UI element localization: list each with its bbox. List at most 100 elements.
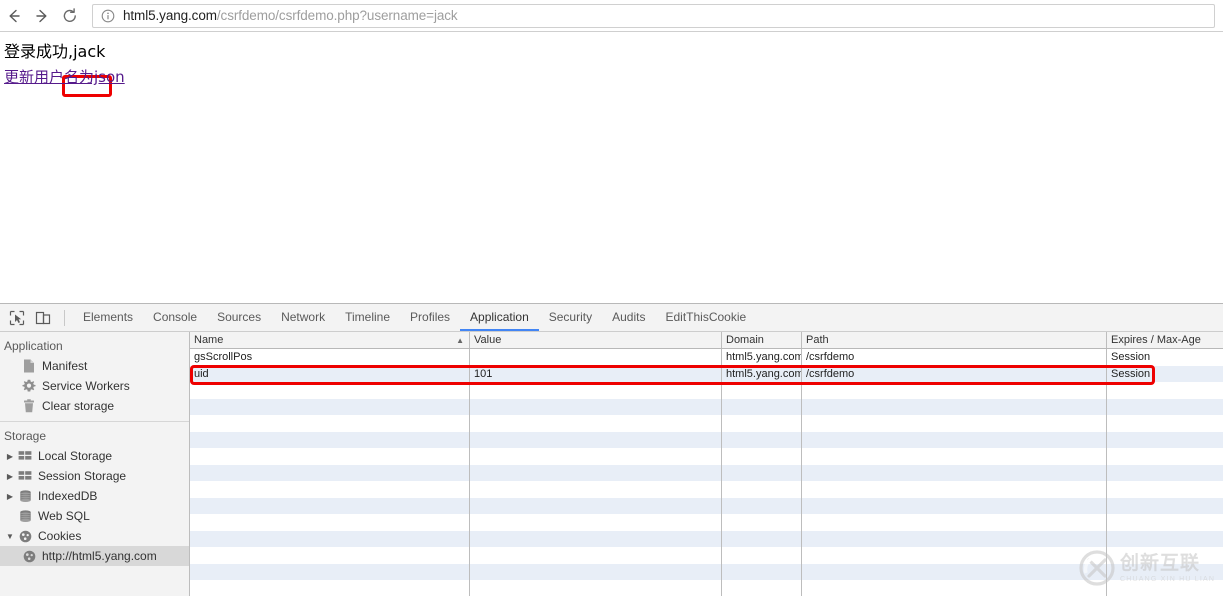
device-toolbar-button[interactable] <box>30 305 56 331</box>
forward-arrow-icon <box>33 7 51 25</box>
cell-empty <box>1107 382 1223 399</box>
table-row-empty[interactable] <box>190 399 1223 416</box>
reload-button[interactable] <box>56 2 84 30</box>
tab-elements[interactable]: Elements <box>73 304 143 331</box>
chevron-right-icon[interactable]: ▶ <box>4 492 16 501</box>
forward-button[interactable] <box>28 2 56 30</box>
column-header-expires[interactable]: Expires / Max-Age <box>1107 332 1223 348</box>
cell-empty <box>1107 498 1223 515</box>
table-row-empty[interactable] <box>190 448 1223 465</box>
sidebar-item-cookie-domain[interactable]: http://html5.yang.com <box>0 546 189 566</box>
table-row-empty[interactable] <box>190 547 1223 564</box>
update-username-link[interactable]: 更新用户名为json <box>4 68 125 87</box>
cell-empty <box>470 448 722 465</box>
tab-security[interactable]: Security <box>539 304 602 331</box>
cell-value <box>470 349 722 366</box>
cookies-table: Name ▲ Value Domain Path Expires / Max-A… <box>190 332 1223 596</box>
tab-network[interactable]: Network <box>271 304 335 331</box>
table-row[interactable]: uid 101 html5.yang.com /csrfdemo Session… <box>190 366 1223 383</box>
cell-path: /csrfdemo <box>802 366 1107 383</box>
cell-empty <box>1107 547 1223 564</box>
column-header-domain[interactable]: Domain <box>722 332 802 348</box>
cell-name: uid <box>190 366 470 383</box>
column-header-value[interactable]: Value <box>470 332 722 348</box>
cell-empty <box>722 432 802 449</box>
sidebar-item-clear-storage[interactable]: Clear storage <box>0 396 189 416</box>
cell-path: /csrfdemo <box>802 349 1107 366</box>
cell-empty <box>470 399 722 416</box>
table-row-empty[interactable] <box>190 465 1223 482</box>
table-row-empty[interactable] <box>190 382 1223 399</box>
column-header-label: Name <box>194 334 223 346</box>
table-row-empty[interactable] <box>190 580 1223 596</box>
chevron-down-icon[interactable]: ▼ <box>4 532 16 541</box>
table-row-empty[interactable] <box>190 415 1223 432</box>
inspect-element-icon <box>9 310 25 326</box>
cell-empty <box>190 580 470 596</box>
inspect-element-button[interactable] <box>4 305 30 331</box>
cell-empty <box>802 514 1107 531</box>
sidebar-item-label: Service Workers <box>38 379 130 393</box>
cell-empty <box>1107 399 1223 416</box>
tab-console[interactable]: Console <box>143 304 207 331</box>
table-icon <box>16 450 34 462</box>
devtools-body: Application Manifest Service <box>0 332 1223 596</box>
tab-profiles[interactable]: Profiles <box>400 304 460 331</box>
sidebar-item-label: http://html5.yang.com <box>38 549 157 563</box>
cell-empty <box>802 481 1107 498</box>
cell-empty <box>722 547 802 564</box>
cell-empty <box>190 564 470 581</box>
tab-timeline[interactable]: Timeline <box>335 304 400 331</box>
table-row-empty[interactable] <box>190 481 1223 498</box>
cell-empty <box>470 531 722 548</box>
tab-audits[interactable]: Audits <box>602 304 655 331</box>
address-bar[interactable]: html5.yang.com/csrfdemo/csrfdemo.php?use… <box>92 4 1215 28</box>
table-row-empty[interactable] <box>190 514 1223 531</box>
cell-empty <box>722 465 802 482</box>
tab-application[interactable]: Application <box>460 304 539 331</box>
column-header-path[interactable]: Path <box>802 332 1107 348</box>
cell-empty <box>190 448 470 465</box>
sidebar-item-service-workers[interactable]: Service Workers <box>0 376 189 396</box>
sidebar-item-indexeddb[interactable]: ▶ IndexedDB <box>0 486 189 506</box>
tab-editthiscookie[interactable]: EditThisCookie <box>655 304 756 331</box>
cell-empty <box>1107 564 1223 581</box>
trash-icon <box>20 399 38 413</box>
page-viewport: 登录成功,jack 更新用户名为json <box>0 32 1223 303</box>
sidebar-item-label: IndexedDB <box>34 489 97 503</box>
sidebar-item-session-storage[interactable]: ▶ Session Storage <box>0 466 189 486</box>
cell-empty <box>190 481 470 498</box>
cell-empty <box>1107 432 1223 449</box>
database-icon <box>16 510 34 523</box>
sidebar-item-local-storage[interactable]: ▶ Local Storage <box>0 446 189 466</box>
chevron-right-icon[interactable]: ▶ <box>4 452 16 461</box>
cell-empty <box>802 580 1107 596</box>
device-toolbar-icon <box>35 310 51 326</box>
table-row-empty[interactable] <box>190 432 1223 449</box>
sidebar-item-manifest[interactable]: Manifest <box>0 356 189 376</box>
sidebar-item-web-sql[interactable]: Web SQL <box>0 506 189 526</box>
table-row-empty[interactable] <box>190 531 1223 548</box>
url-text: html5.yang.com/csrfdemo/csrfdemo.php?use… <box>123 8 458 23</box>
cell-empty <box>190 382 470 399</box>
table-row[interactable]: gsScrollPos html5.yang.com /csrfdemo Ses… <box>190 349 1223 366</box>
sidebar-item-cookies[interactable]: ▼ Cookies <box>0 526 189 546</box>
sidebar-item-label: Local Storage <box>34 449 112 463</box>
cell-empty <box>190 415 470 432</box>
cell-empty <box>470 547 722 564</box>
cell-empty <box>802 432 1107 449</box>
table-row-empty[interactable] <box>190 498 1223 515</box>
cell-empty <box>470 498 722 515</box>
tab-sources[interactable]: Sources <box>207 304 271 331</box>
cell-empty <box>190 432 470 449</box>
cell-empty <box>1107 531 1223 548</box>
sidebar-item-label: Cookies <box>34 529 81 543</box>
cell-empty <box>1107 415 1223 432</box>
table-row-empty[interactable] <box>190 564 1223 581</box>
info-circle-icon[interactable] <box>101 9 115 23</box>
cell-empty <box>190 547 470 564</box>
chevron-right-icon[interactable]: ▶ <box>4 472 16 481</box>
column-header-name[interactable]: Name ▲ <box>190 332 470 348</box>
back-button[interactable] <box>0 2 28 30</box>
devtools-sidebar: Application Manifest Service <box>0 332 190 596</box>
